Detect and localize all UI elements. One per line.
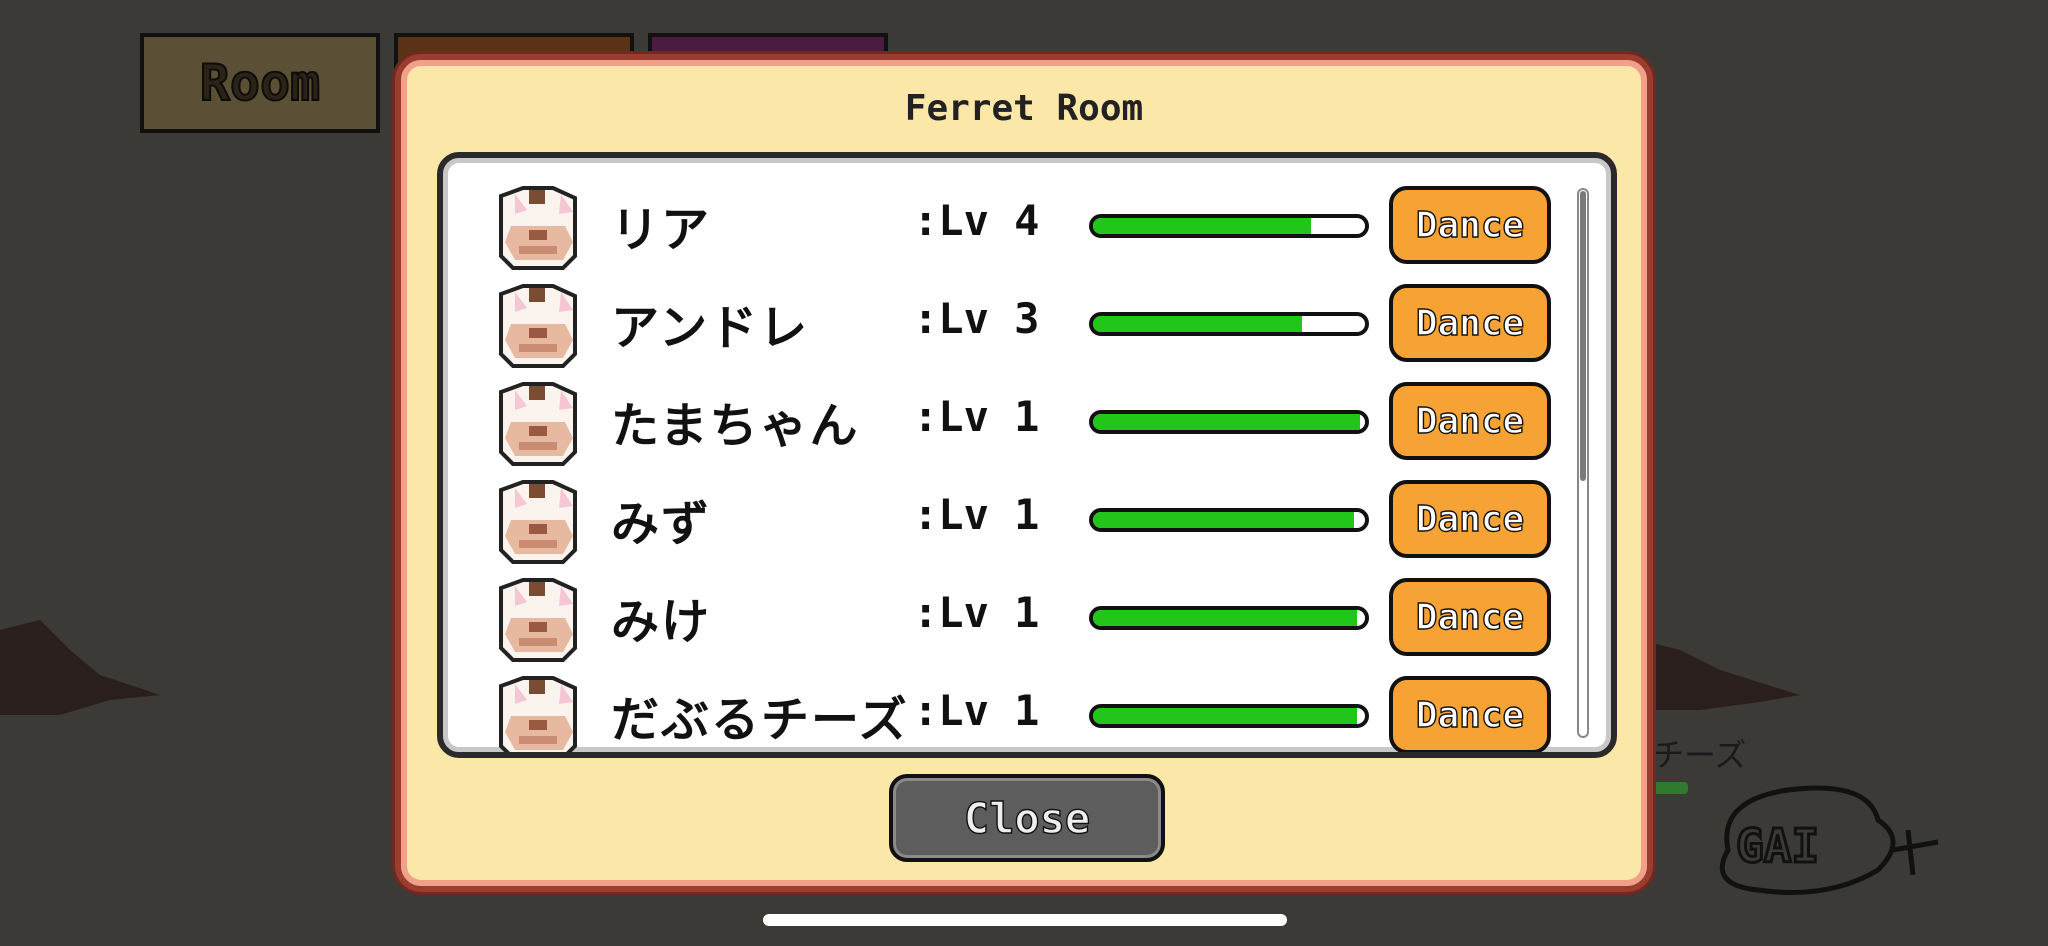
ferret-level: :Lv 3 (913, 294, 1040, 343)
ferret-row: リア :Lv 4 Dance (443, 168, 1563, 270)
scrollbar[interactable] (1577, 188, 1589, 738)
ferret-progress-bar (1089, 214, 1369, 238)
ferret-level: :Lv 4 (913, 196, 1040, 245)
ferret-level: :Lv 1 (913, 588, 1040, 637)
ferret-progress-fill (1093, 708, 1357, 724)
background-progress-bar (1652, 782, 1688, 794)
ferret-name: みけ (611, 594, 712, 650)
ferret-progress-fill (1093, 512, 1355, 528)
ferret-row: たまちゃん :Lv 1 Dance (443, 364, 1563, 466)
ferret-avatar-icon (493, 186, 583, 270)
dance-button[interactable]: Dance (1389, 186, 1551, 264)
scrollbar-thumb[interactable] (1580, 191, 1586, 481)
ferret-level: :Lv 1 (913, 490, 1040, 539)
dance-button[interactable]: Dance (1389, 284, 1551, 362)
ferret-progress-fill (1093, 218, 1311, 234)
ferret-avatar-icon (493, 578, 583, 662)
gai-logo: GAI (1719, 785, 1939, 895)
background-ferret-label: チーズ (1652, 736, 1747, 774)
ferret-level: :Lv 1 (913, 686, 1040, 735)
dialog-title: Ferret Room (904, 88, 1144, 129)
ferret-progress-fill (1093, 414, 1360, 430)
ferret-list[interactable]: リア :Lv 4 Dance アンドレ :Lv 3 Dance たまちゃん :Lv 1 Da… (437, 152, 1617, 758)
dance-button[interactable]: Dance (1389, 480, 1551, 558)
close-button[interactable]: Close (889, 774, 1165, 862)
ferret-name: みず (611, 496, 712, 552)
ferret-progress-fill (1093, 316, 1303, 332)
ferret-avatar-icon (493, 480, 583, 564)
home-indicator[interactable] (763, 914, 1287, 926)
ferret-progress-bar (1089, 410, 1369, 434)
ferret-progress-fill (1093, 610, 1357, 626)
ferret-avatar-icon (493, 284, 583, 368)
dance-button[interactable]: Dance (1389, 578, 1551, 656)
tab-room[interactable]: Room (140, 33, 380, 133)
ferret-level: :Lv 1 (913, 392, 1040, 441)
ferret-avatar-icon (493, 676, 583, 752)
ferret-name: だぶるチーズ (611, 692, 909, 748)
ferret-progress-bar (1089, 606, 1369, 630)
ferret-room-dialog: Ferret Room リア :Lv 4 Dance アンドレ :Lv 3 Dance … (395, 54, 1653, 892)
ferret-avatar-icon (493, 382, 583, 466)
ferret-progress-bar (1089, 704, 1369, 728)
ferret-row: みず :Lv 1 Dance (443, 462, 1563, 564)
ferret-name: たまちゃん (611, 398, 860, 454)
ferret-row: アンドレ :Lv 3 Dance (443, 266, 1563, 368)
ferret-name: アンドレ (611, 300, 810, 356)
background-ferret-left (0, 620, 160, 715)
ferret-progress-bar (1089, 312, 1369, 336)
dance-button[interactable]: Dance (1389, 676, 1551, 752)
dance-button[interactable]: Dance (1389, 382, 1551, 460)
ferret-row: だぶるチーズ:Lv 1 Dance (443, 658, 1563, 752)
background-ferret-right (1640, 640, 1800, 710)
ferret-name: リア (611, 202, 712, 258)
ferret-row: みけ :Lv 1 Dance (443, 560, 1563, 662)
ferret-progress-bar (1089, 508, 1369, 532)
gai-logo-text: GAI (1736, 819, 1819, 873)
